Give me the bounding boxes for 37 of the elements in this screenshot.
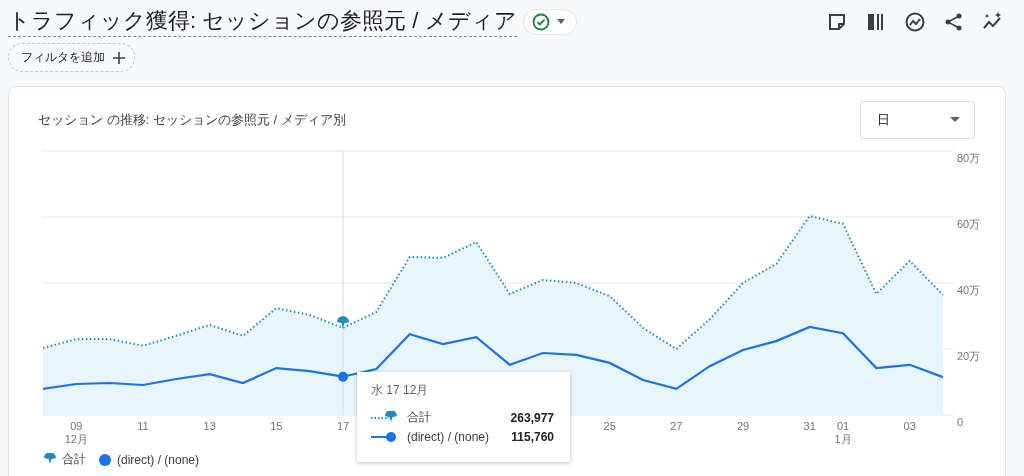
x-axis-label: 25 [603,420,616,432]
y-axis-label: 60万 [957,218,981,230]
x-axis-label: 31 [803,420,816,432]
caret-icon [950,117,960,123]
insights-icon[interactable] [904,10,926,33]
granularity-select[interactable]: 日 [860,101,975,139]
x-axis-label: 17 [336,420,350,432]
dot-icon [98,452,112,467]
x-axis-label: 09 12月 [64,420,88,445]
add-filter-button[interactable]: フィルタを追加 [8,43,135,72]
x-axis-label: 01 1月 [834,420,852,445]
tooltip-label: 合計 [407,409,432,426]
tooltip-value: 115,760 [511,430,554,444]
x-axis-label: 15 [270,420,283,432]
status-dropdown[interactable] [522,8,577,35]
x-axis-label: 27 [670,420,683,432]
report-title[interactable]: トラフィック獲得: セッションの参照元 / メディア [8,6,517,37]
tooltip-date: 水 17 12月 [371,382,430,399]
y-axis-label: 0 [957,416,964,428]
tooltip-value: 263,977 [510,410,554,425]
check-circle-icon [531,12,550,31]
point-marker [338,371,348,382]
y-axis-label: 20万 [957,350,981,362]
x-axis-label: 29 [736,420,750,432]
y-axis-label: 80万 [957,152,981,164]
x-axis-label: 03 [903,420,916,432]
line-dot-icon [371,430,399,444]
plus-icon [113,51,125,64]
caret-icon [555,18,566,25]
pin-marker [337,315,349,328]
tooltip-label: (direct) / (none) [407,430,491,444]
y-axis-label: 40万 [957,284,981,296]
x-axis-label: 13 [203,420,216,432]
legend-label[interactable]: 合計 [62,451,86,468]
legend-label[interactable]: (direct) / (none) [117,452,200,467]
x-axis-label: 11 [137,420,149,432]
chart-title: セッション の推移: セッションの参照元 / メディア別 [38,111,346,129]
